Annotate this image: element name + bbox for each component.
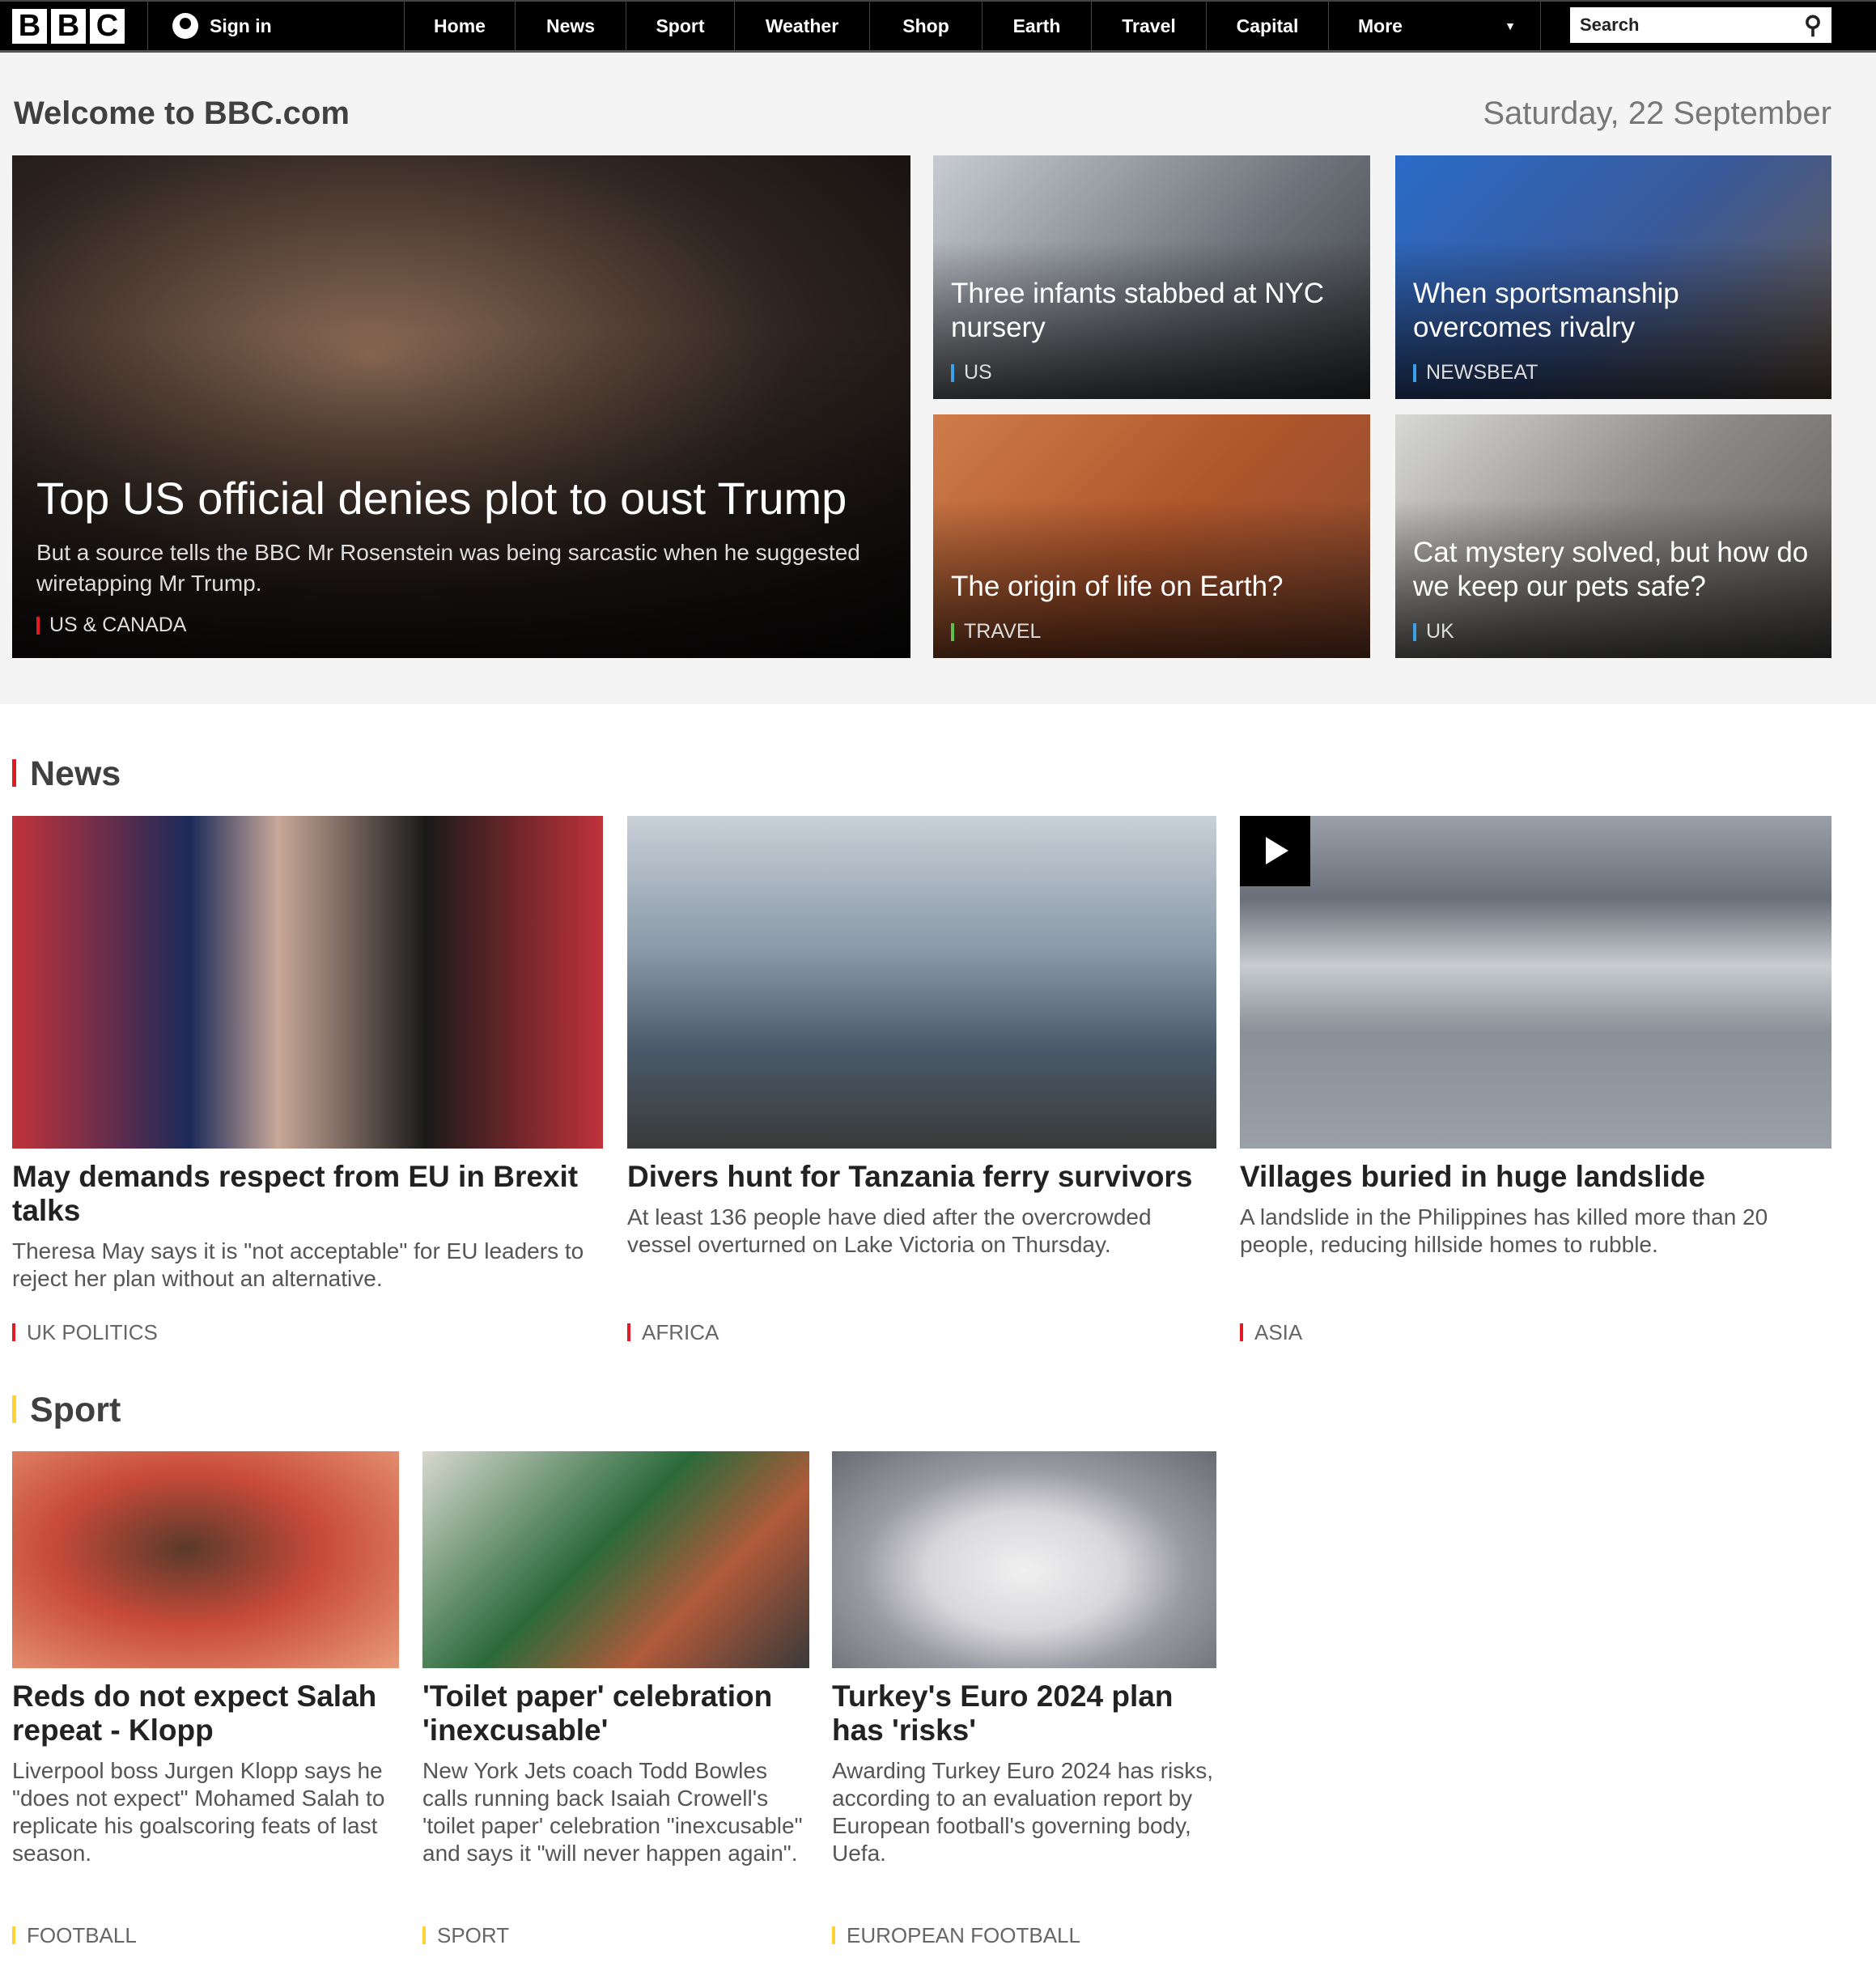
news-heading[interactable]: News <box>12 754 121 794</box>
story-tile[interactable]: The origin of life on Earth? TRAVEL <box>933 414 1370 658</box>
sport-image <box>422 1451 809 1668</box>
hero-summary: But a source tells the BBC Mr Rosenstein… <box>36 540 860 596</box>
nav-more[interactable]: More ▼ <box>1329 2 1541 50</box>
bbc-logo[interactable]: BBC <box>0 2 148 50</box>
news-image <box>12 816 603 1149</box>
sign-in-button[interactable]: Sign in <box>148 2 405 50</box>
user-icon <box>172 13 198 39</box>
story-tile[interactable]: Cat mystery solved, but how do we keep o… <box>1395 414 1831 658</box>
search-input[interactable]: Search ⚲ <box>1570 7 1831 43</box>
hero-title[interactable]: Top US official denies plot to oust Trum… <box>36 473 893 524</box>
search-icon[interactable]: ⚲ <box>1804 11 1822 40</box>
news-card[interactable]: May demands respect from EU in Brexit ta… <box>12 816 603 1350</box>
sport-heading[interactable]: Sport <box>12 1391 121 1430</box>
sport-image <box>832 1451 1216 1668</box>
news-image <box>627 816 1216 1149</box>
sport-card[interactable]: Reds do not expect Salah repeat - Klopp … <box>12 1451 399 1961</box>
nav-shop[interactable]: Shop <box>870 2 983 50</box>
nav-sport[interactable]: Sport <box>626 2 735 50</box>
sport-card[interactable]: 'Toilet paper' celebration 'inexcusable'… <box>422 1451 809 1961</box>
nav-news[interactable]: News <box>516 2 626 50</box>
news-card[interactable]: Divers hunt for Tanzania ferry survivors… <box>627 816 1216 1350</box>
sport-card[interactable]: Turkey's Euro 2024 plan has 'risks' Awar… <box>832 1451 1216 1961</box>
play-icon[interactable] <box>1240 816 1310 886</box>
date-label: Saturday, 22 September <box>1483 96 1831 131</box>
page-title: Welcome to BBC.com <box>14 96 350 131</box>
hero-story[interactable]: Top US official denies plot to oust Trum… <box>12 155 910 658</box>
sport-image <box>12 1451 399 1668</box>
story-tile[interactable]: When sportsmanship overcomes rivalry NEW… <box>1395 155 1831 399</box>
nav-weather[interactable]: Weather <box>735 2 870 50</box>
top-nav: BBC Sign in Home News Sport Weather Shop… <box>0 0 1876 53</box>
nav-home[interactable]: Home <box>405 2 516 50</box>
nav-travel[interactable]: Travel <box>1092 2 1207 50</box>
news-video[interactable] <box>1240 816 1831 1149</box>
nav-capital[interactable]: Capital <box>1207 2 1329 50</box>
chevron-down-icon: ▼ <box>1505 19 1516 32</box>
news-card[interactable]: Villages buried in huge landslide A land… <box>1240 816 1831 1350</box>
hero-tag[interactable]: US & CANADA <box>36 614 186 637</box>
story-tile[interactable]: Three infants stabbed at NYC nursery US <box>933 155 1370 399</box>
nav-earth[interactable]: Earth <box>983 2 1092 50</box>
